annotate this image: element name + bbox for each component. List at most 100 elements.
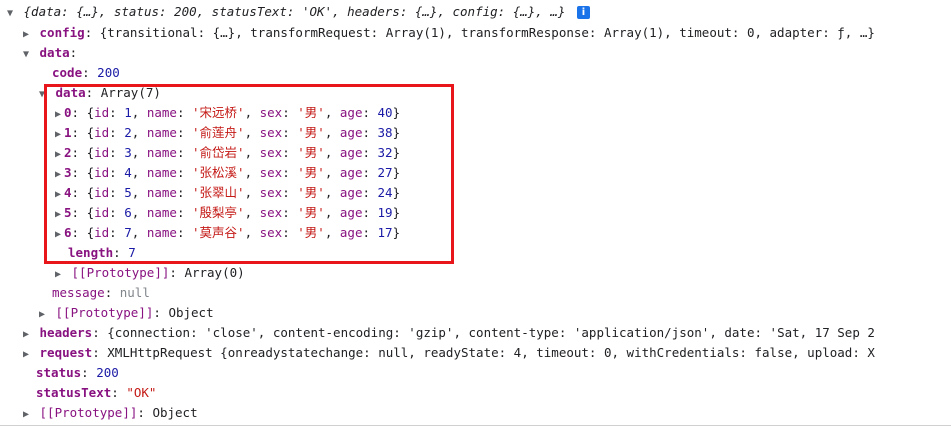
data-array-row[interactable]: ▼ data: Array(7)	[36, 83, 951, 103]
statustext-row: statusText: "OK"	[36, 385, 157, 400]
item-sex-key: sex	[259, 145, 283, 160]
array-item-row[interactable]: ▶ 5: {id: 6, name: '殷梨亭', sex: '男', age: …	[52, 203, 951, 223]
item-index: 6	[64, 225, 72, 240]
item-id-value: 4	[124, 165, 132, 180]
info-icon[interactable]: i	[576, 6, 590, 19]
root-object-summary: {data: {…}, status: 200, statusText: 'OK…	[23, 4, 566, 19]
item-age-key: age	[339, 225, 363, 240]
code-row: code: 200	[52, 65, 120, 80]
item-name-value: '殷梨亭'	[192, 205, 245, 220]
message-key: message	[52, 285, 105, 300]
item-name-key: name	[146, 145, 177, 160]
caret-down-icon[interactable]: ▼	[36, 85, 48, 103]
item-id-key: id	[94, 165, 110, 180]
message-value: null	[119, 285, 150, 300]
item-id-key: id	[94, 105, 110, 120]
code-value: 200	[97, 65, 120, 80]
item-age-key: age	[339, 105, 363, 120]
item-id-value: 3	[124, 145, 132, 160]
request-value: XMLHttpRequest {onreadystatechange: null…	[107, 345, 875, 360]
array-item-row[interactable]: ▶ 0: {id: 1, name: '宋远桥', sex: '男', age: …	[52, 103, 951, 123]
item-sex-key: sex	[259, 105, 283, 120]
data-array-value: Array(7)	[100, 85, 161, 100]
item-sex-value: '男'	[297, 225, 325, 240]
length-key: length	[68, 245, 114, 260]
item-age-key: age	[339, 185, 363, 200]
data-prototype-value: Object	[168, 305, 214, 320]
caret-right-icon[interactable]: ▶	[52, 225, 64, 243]
array-item-row[interactable]: ▶ 1: {id: 2, name: '俞莲舟', sex: '男', age: …	[52, 123, 951, 143]
length-value: 7	[128, 245, 136, 260]
item-age-key: age	[339, 165, 363, 180]
caret-right-icon[interactable]: ▶	[52, 145, 64, 163]
code-key: code	[52, 65, 83, 80]
data-prototype-row[interactable]: ▶ [[Prototype]]: Object	[36, 303, 951, 323]
data-row[interactable]: ▼ data:	[20, 43, 951, 63]
item-sex-value: '男'	[297, 145, 325, 160]
statustext-value: "OK"	[126, 385, 157, 400]
item-id-key: id	[94, 205, 110, 220]
statustext-key: statusText	[36, 385, 112, 400]
caret-right-icon[interactable]: ▶	[52, 165, 64, 183]
caret-right-icon[interactable]: ▶	[20, 405, 32, 423]
array-prototype-row[interactable]: ▶ [[Prototype]]: Array(0)	[52, 263, 951, 283]
array-item-row[interactable]: ▶ 4: {id: 5, name: '张翠山', sex: '男', age: …	[52, 183, 951, 203]
caret-down-icon[interactable]: ▼	[20, 45, 32, 63]
item-sex-value: '男'	[297, 125, 325, 140]
headers-row[interactable]: ▶ headers: {connection: 'close', content…	[20, 323, 951, 343]
caret-right-icon[interactable]: ▶	[20, 345, 32, 363]
item-name-key: name	[146, 225, 177, 240]
caret-right-icon[interactable]: ▶	[36, 305, 48, 323]
caret-right-icon[interactable]: ▶	[52, 205, 64, 223]
item-id-value: 6	[124, 205, 132, 220]
item-sex-value: '男'	[297, 105, 325, 120]
array-item-row[interactable]: ▶ 2: {id: 3, name: '俞岱岩', sex: '男', age: …	[52, 143, 951, 163]
item-index: 0	[64, 105, 72, 120]
item-id-value: 2	[124, 125, 132, 140]
root-object-row[interactable]: ▼ {data: {…}, status: 200, statusText: '…	[4, 2, 951, 22]
item-sex-value: '男'	[297, 165, 325, 180]
item-id-value: 1	[124, 105, 132, 120]
item-age-value: 38	[377, 125, 393, 140]
data-array-key: data	[55, 85, 86, 100]
caret-right-icon[interactable]: ▶	[52, 185, 64, 203]
config-key: config	[39, 25, 85, 40]
array-item-row[interactable]: ▶ 3: {id: 4, name: '张松溪', sex: '男', age: …	[52, 163, 951, 183]
caret-right-icon[interactable]: ▶	[52, 265, 64, 283]
caret-right-icon[interactable]: ▶	[20, 25, 32, 43]
status-value: 200	[96, 365, 119, 380]
item-index: 3	[64, 165, 72, 180]
message-row: message: null	[52, 285, 150, 300]
caret-right-icon[interactable]: ▶	[52, 125, 64, 143]
array-prototype-key: [[Prototype]]	[71, 265, 170, 280]
item-name-value: '俞莲舟'	[192, 125, 245, 140]
item-name-key: name	[146, 105, 177, 120]
caret-right-icon[interactable]: ▶	[20, 325, 32, 343]
array-prototype-value: Array(0)	[184, 265, 245, 280]
item-index: 1	[64, 125, 72, 140]
config-value: {transitional: {…}, transformRequest: Ar…	[99, 25, 875, 40]
request-row[interactable]: ▶ request: XMLHttpRequest {onreadystatec…	[20, 343, 951, 363]
item-sex-key: sex	[259, 225, 283, 240]
item-id-value: 5	[124, 185, 132, 200]
item-name-value: '张松溪'	[192, 165, 245, 180]
headers-key: headers	[39, 325, 93, 340]
bottom-divider	[0, 425, 951, 426]
item-age-value: 32	[377, 145, 393, 160]
item-age-value: 24	[377, 185, 393, 200]
item-index: 5	[64, 205, 72, 220]
item-name-key: name	[146, 185, 177, 200]
headers-value: {connection: 'close', content-encoding: …	[107, 325, 875, 340]
item-name-value: '俞岱岩'	[192, 145, 245, 160]
item-sex-key: sex	[259, 125, 283, 140]
array-item-row[interactable]: ▶ 6: {id: 7, name: '莫声谷', sex: '男', age: …	[52, 223, 951, 243]
item-age-key: age	[339, 205, 363, 220]
root-prototype-row[interactable]: ▶ [[Prototype]]: Object	[20, 403, 951, 423]
caret-right-icon[interactable]: ▶	[52, 105, 64, 123]
item-index: 4	[64, 185, 72, 200]
config-row[interactable]: ▶ config: {transitional: {…}, transformR…	[20, 23, 951, 43]
request-key: request	[39, 345, 93, 360]
item-id-key: id	[94, 145, 110, 160]
caret-down-icon[interactable]: ▼	[4, 4, 16, 22]
item-name-value: '莫声谷'	[192, 225, 245, 240]
